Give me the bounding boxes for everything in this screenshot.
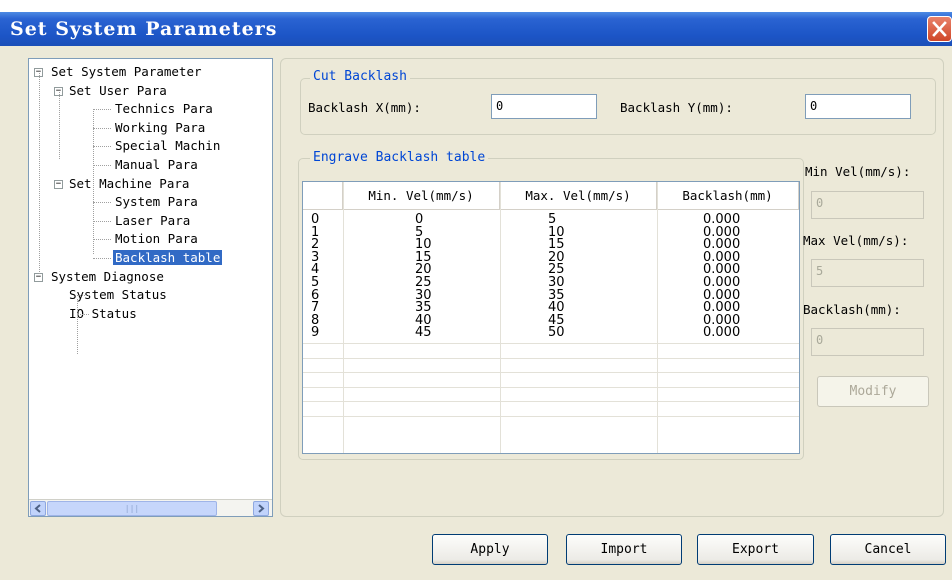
tree-item-label: Set Machine Para	[69, 175, 190, 191]
scroll-left-button[interactable]	[30, 501, 46, 516]
tree-connector	[93, 146, 111, 148]
min-vel-label: Min Vel(mm/s):	[805, 164, 911, 179]
backlash-x-label: Backlash X(mm):	[308, 100, 421, 115]
tree-connector	[93, 258, 111, 259]
tree-connector	[93, 165, 111, 166]
tree-connector	[93, 111, 94, 254]
table-column-header[interactable]	[303, 182, 343, 210]
row-divider	[303, 357, 799, 359]
tree-item[interactable]: Motion Para	[113, 230, 200, 248]
table-column-header[interactable]: Min. Vel(mm/s)	[343, 182, 500, 210]
tree-item[interactable]: Working Para	[113, 119, 207, 137]
tree-item[interactable]: System Para	[113, 193, 200, 211]
modify-button[interactable]: Modify	[817, 376, 929, 407]
tree-connector	[93, 202, 111, 204]
cut-backlash-title: Cut Backlash	[310, 69, 410, 84]
row-divider	[303, 343, 799, 344]
tree-connector	[77, 313, 89, 315]
table-column-header[interactable]: Max. Vel(mm/s)	[500, 182, 657, 210]
backlash-y-label: Backlash Y(mm):	[620, 100, 733, 115]
tree-connector	[39, 73, 40, 274]
max-vel-input[interactable]: 5	[811, 259, 924, 287]
row-divider	[303, 386, 799, 388]
close-button[interactable]	[927, 16, 952, 42]
table-cell[interactable]: 0.000	[703, 326, 740, 340]
collapse-icon[interactable]: −	[54, 179, 63, 189]
backlash-table[interactable]: Min. Vel(mm/s) Max. Vel(mm/s) Backlash(mm)…	[302, 181, 800, 454]
tree-item[interactable]: Laser Para	[113, 212, 192, 230]
table-column-header[interactable]: Backlash(mm)	[657, 182, 799, 210]
tree-connector	[77, 299, 78, 354]
tree-item-label: Set User Para	[69, 82, 167, 98]
tree-item[interactable]: Special Machin	[113, 137, 222, 155]
tree-item-label: Set System Parameter	[51, 64, 202, 79]
min-vel-input[interactable]: 0	[811, 191, 924, 219]
tree-item[interactable]: Set User Para	[67, 82, 169, 100]
tree-item-label: Manual Para	[115, 157, 198, 172]
row-index[interactable]: 9	[311, 326, 319, 340]
tree-connector	[93, 239, 111, 241]
tree-connector	[93, 127, 111, 129]
backlash-label: Backlash(mm):	[803, 302, 901, 317]
tree-item-label: Special Machin	[115, 138, 221, 154]
tree-item-label: Working Para	[115, 119, 206, 135]
scroll-thumb[interactable]: |||	[47, 501, 217, 516]
engrave-backlash-title: Engrave Backlash table	[310, 150, 489, 165]
tree-item-label: Laser Para	[115, 212, 191, 228]
table-cell[interactable]: 45	[415, 326, 432, 340]
import-button[interactable]: Import	[566, 534, 682, 565]
backlash-y-input[interactable]: 0	[805, 94, 911, 119]
tree-connector	[93, 109, 111, 111]
tree-item[interactable]: Backlash table	[113, 249, 223, 267]
tree-item[interactable]: Set System Parameter	[49, 63, 204, 81]
max-vel-label: Max Vel(mm/s):	[803, 233, 909, 248]
title-bar: Set System Parameters	[0, 12, 952, 46]
tree-connector	[93, 220, 111, 222]
row-divider	[303, 415, 799, 417]
parameter-tree[interactable]: ||| Set System Parameter − Set User Para − T…	[28, 58, 273, 517]
column-divider	[500, 182, 501, 453]
arrow-left-icon	[34, 504, 41, 513]
window-title: Set System Parameters	[10, 18, 278, 40]
tree-item-label: Technics Para	[115, 101, 213, 117]
backlash-x-input[interactable]: 0	[491, 94, 597, 119]
tree-item[interactable]: Technics Para	[113, 100, 215, 118]
tree-item[interactable]: System Diagnose	[49, 268, 166, 286]
table-cell[interactable]: 50	[548, 326, 565, 340]
tree-horizontal-scrollbar[interactable]: |||	[29, 499, 272, 516]
close-icon	[932, 21, 947, 37]
row-divider	[303, 401, 799, 402]
tree-item-label: Backlash table	[113, 250, 223, 265]
tree-connector	[59, 92, 60, 159]
arrow-right-icon	[258, 504, 265, 513]
tree-item[interactable]: Manual Para	[113, 156, 200, 174]
column-divider	[657, 182, 658, 453]
scroll-right-button[interactable]	[253, 501, 269, 516]
tree-connector	[77, 295, 89, 297]
export-button[interactable]: Export	[697, 534, 814, 565]
backlash-input[interactable]: 0	[811, 328, 924, 356]
tree-item[interactable]: Set Machine Para	[67, 175, 191, 193]
apply-button[interactable]: Apply	[432, 534, 548, 565]
row-divider	[303, 372, 799, 373]
column-divider	[343, 182, 344, 453]
tree-item-label: System Para	[115, 194, 198, 210]
cancel-button[interactable]: Cancel	[830, 534, 946, 565]
tree-item-label: System Diagnose	[51, 268, 164, 284]
tree-item-label: Motion Para	[115, 231, 198, 247]
